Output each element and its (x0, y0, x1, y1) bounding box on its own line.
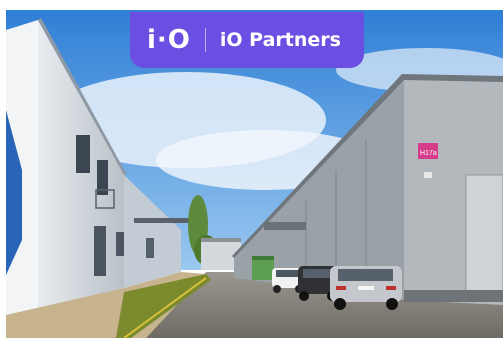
window (116, 232, 124, 256)
brand-badge: i·O iO Partners (130, 12, 364, 68)
window (146, 238, 154, 258)
brand-name: iO Partners (219, 28, 341, 51)
distant-roof (201, 238, 241, 242)
roller-door (465, 174, 503, 301)
waste-container (252, 258, 274, 280)
brand-logo-mark: i·O (147, 25, 191, 55)
brand-divider (204, 28, 206, 52)
canopy (134, 218, 189, 223)
unit-sign: H17a (420, 150, 437, 157)
door (94, 226, 106, 276)
warehouse-plinth (404, 290, 503, 302)
waste-container-lid (252, 256, 274, 260)
loading-canopy (264, 222, 306, 230)
window (76, 135, 90, 173)
small-sign (424, 172, 432, 178)
